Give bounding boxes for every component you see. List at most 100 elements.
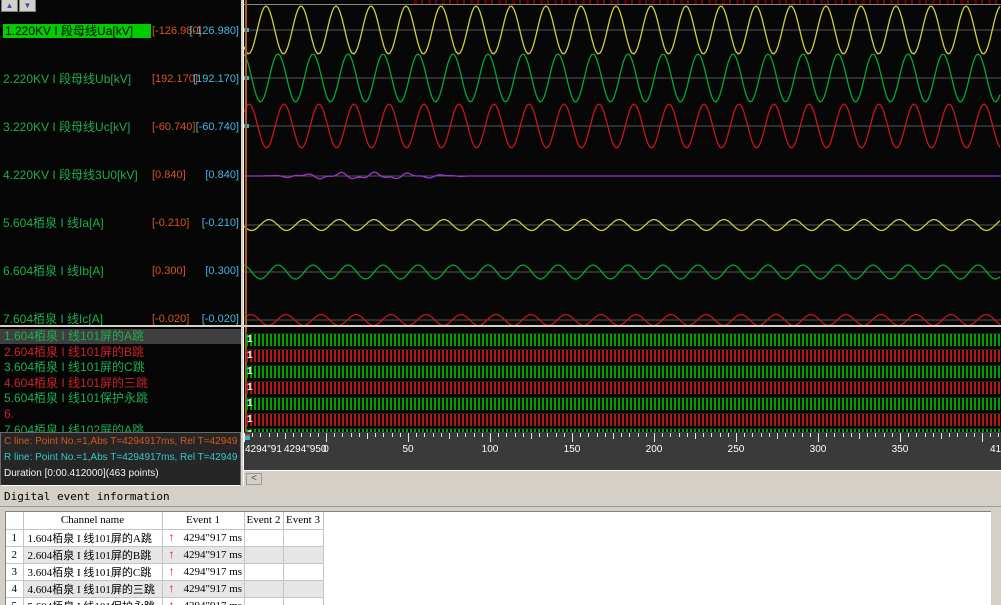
tick-mark: [490, 433, 491, 442]
tick-mark: [900, 433, 901, 442]
table-header-row: Channel name Event 1 Event 2 Event 3: [6, 512, 991, 529]
event1-cell: ↑4294"917 ms: [162, 546, 244, 563]
analog-channel-row-7[interactable]: 7.604栢泉 I 线Ic[A][-0.020][-0.020]: [0, 312, 241, 325]
tick-mark: [843, 433, 844, 437]
event-table-row-3[interactable]: 33.604栢泉 I 线101屏的C跳↑4294"917 ms: [6, 563, 991, 580]
tick-mark: [785, 433, 786, 437]
event3-cell: [283, 597, 323, 605]
tick-mark: [687, 433, 688, 437]
axis-tick-label: 41: [990, 444, 1001, 455]
row-number-cell: 3: [6, 563, 23, 580]
tick-mark: [269, 433, 270, 437]
cursor-position-marker[interactable]: [245, 434, 250, 440]
tick-mark: [359, 433, 360, 437]
axis-tick-label: 200: [646, 444, 663, 455]
event1-time: 4294"917 ms: [184, 566, 243, 578]
event-table-row-1[interactable]: 11.604栢泉 I 线101屏的A跳↑4294"917 ms: [6, 529, 991, 546]
tick-mark: [326, 433, 327, 442]
digital-state-bar-2: 1: [246, 349, 1001, 362]
tick-mark: [597, 433, 598, 437]
digital-channel-row-5[interactable]: 5.604栢泉 I 线101保护永跳: [0, 391, 241, 406]
tick-mark: [285, 433, 286, 439]
event3-cell: [283, 580, 323, 597]
up-arrow-icon: ↑: [169, 598, 175, 605]
section-title: Digital event information: [4, 490, 170, 503]
event-table-row-5[interactable]: 55.604栢泉 I 线101保护永跳↑4294"917 ms: [6, 597, 991, 605]
digital-state-value: 1: [247, 397, 253, 413]
event-table-row-2[interactable]: 22.604栢泉 I 线101屏的B跳↑4294"917 ms: [6, 546, 991, 563]
tick-mark: [605, 433, 606, 437]
tick-mark: [966, 433, 967, 437]
digital-channel-row-4[interactable]: 4.604栢泉 I 线101屏的三跳: [0, 376, 241, 391]
tick-mark: [474, 433, 475, 437]
digital-channel-row-2[interactable]: 2.604栢泉 I 线101屏的B跳: [0, 345, 241, 360]
c-cursor-line[interactable]: [245, 0, 247, 325]
digital-channel-row-3[interactable]: 3.604栢泉 I 线101屏的C跳: [0, 360, 241, 375]
digital-channel-row-1[interactable]: 1.604栢泉 I 线101屏的A跳: [0, 329, 241, 344]
tick-mark: [728, 433, 729, 437]
channel-name-cell: 1.604栢泉 I 线101屏的A跳: [23, 529, 162, 546]
tick-mark: [334, 433, 335, 437]
channel-name-cell: 2.604栢泉 I 线101屏的B跳: [23, 546, 162, 563]
tick-mark: [375, 433, 376, 437]
tick-mark: [777, 433, 778, 439]
analog-channel-list: ▲ ▼ 1.220KV I 段母线Ua[kV][-126.980][-126.9…: [0, 0, 241, 325]
event2-cell: [244, 580, 283, 597]
scroll-up-button[interactable]: ▲: [1, 0, 18, 12]
tick-mark: [916, 433, 917, 437]
event1-time: 4294"917 ms: [184, 532, 243, 544]
digital-state-bar-1: 1: [246, 333, 1001, 346]
tick-mark: [638, 433, 639, 437]
event1-cell: ↑4294"917 ms: [162, 529, 244, 546]
event3-cell: [283, 529, 323, 546]
digital-state-bar-5: 1: [246, 397, 1001, 410]
tick-mark: [408, 433, 409, 442]
tick-mark: [260, 433, 261, 437]
tick-mark: [826, 433, 827, 437]
axis-tick-label: 4294"950: [284, 444, 326, 455]
analog-channel-row-6[interactable]: 6.604栢泉 I 线Ib[A][0.300][0.300]: [0, 264, 241, 279]
tick-mark: [588, 433, 589, 437]
tick-mark: [974, 433, 975, 437]
tick-mark: [531, 433, 532, 439]
analog-channel-row-3[interactable]: 3.220KV I 段母线Uc[kV][-60.740][-60.740]: [0, 120, 241, 135]
scroll-left-button[interactable]: <: [246, 473, 262, 485]
col-header-name: Channel name: [23, 512, 162, 529]
tick-mark: [834, 433, 835, 437]
event2-cell: [244, 546, 283, 563]
axis-tick-label: 100: [482, 444, 499, 455]
tick-mark: [769, 433, 770, 437]
axis-tick-label: 300: [810, 444, 827, 455]
digital-state-value: 1: [247, 333, 253, 349]
filler-cell: [323, 563, 991, 580]
c-cursor-value: [-0.210]: [152, 216, 189, 230]
axis-tick-label: 4294"91: [245, 444, 282, 455]
tick-mark: [752, 433, 753, 437]
c-cursor-value: [-0.020]: [152, 312, 189, 325]
r-cursor-value: [0.300]: [205, 264, 239, 278]
tick-mark: [736, 433, 737, 442]
event-table-row-4[interactable]: 44.604栢泉 I 线101屏的三跳↑4294"917 ms: [6, 580, 991, 597]
digital-state-bar-4: 1: [246, 381, 1001, 394]
tick-mark: [720, 433, 721, 437]
tick-mark: [400, 433, 401, 437]
channel-name-cell: 3.604栢泉 I 线101屏的C跳: [23, 563, 162, 580]
tick-mark: [670, 433, 671, 437]
horizontal-scrollbar[interactable]: <: [244, 470, 1001, 486]
analog-channel-row-4[interactable]: 4.220KV I 段母线3U0[kV][0.840][0.840]: [0, 168, 241, 183]
analog-channel-row-2[interactable]: 2.220KV I 段母线Ub[kV][192.170][192.170]: [0, 72, 241, 87]
section-bar: Digital event information: [0, 486, 1001, 507]
digital-channel-row-7[interactable]: 7.604栢泉 I 线102屏的A跳: [0, 423, 241, 432]
event1-time: 4294"917 ms: [184, 549, 243, 561]
digital-channel-row-6[interactable]: 6.: [0, 407, 241, 422]
digital-state-value: 1: [247, 349, 253, 365]
scroll-down-button[interactable]: ▼: [19, 0, 36, 12]
channel-label: 3.220KV I 段母线Uc[kV]: [3, 120, 130, 134]
r-cursor-value: [-60.740]: [196, 120, 239, 134]
analog-waveform-panel[interactable]: [244, 0, 1001, 325]
analog-channel-row-5[interactable]: 5.604栢泉 I 线Ia[A][-0.210][-0.210]: [0, 216, 241, 231]
analog-channel-row-1[interactable]: 1.220KV I 段母线Ua[kV][-126.980][-126.980]: [0, 24, 241, 39]
row-number-cell: 2: [6, 546, 23, 563]
tick-mark: [441, 433, 442, 437]
digital-waveform-panel[interactable]: 1111111: [244, 327, 1001, 432]
